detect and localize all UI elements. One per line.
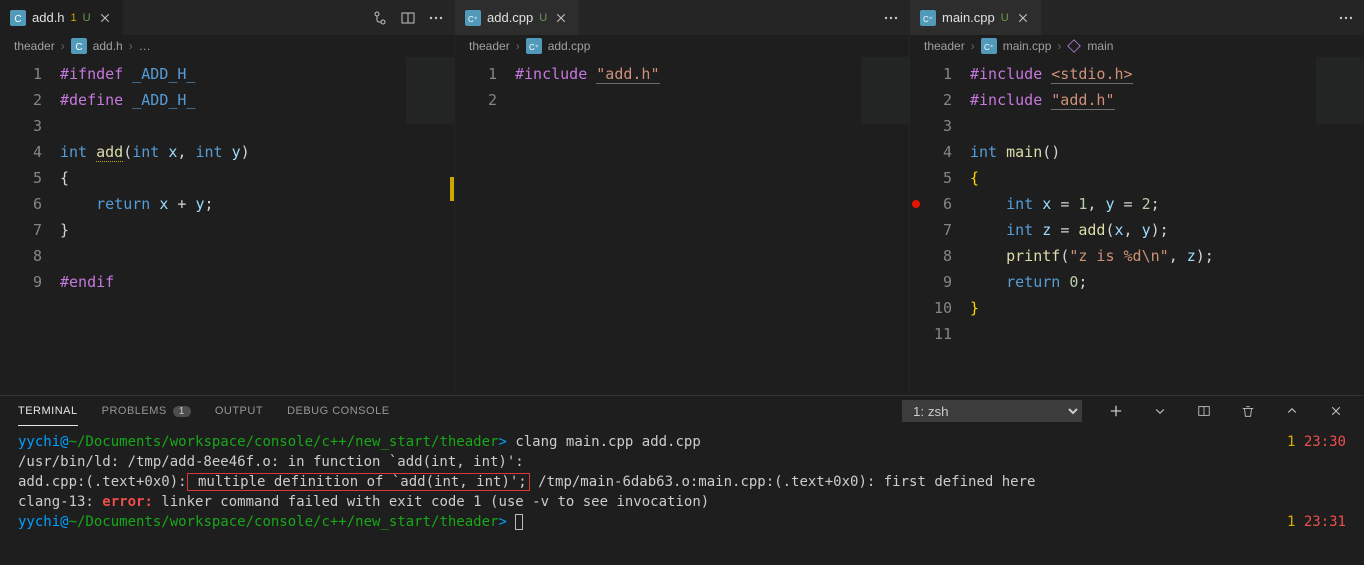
svg-text:C⁺: C⁺ xyxy=(984,43,994,52)
breadcrumb-more: … xyxy=(139,39,151,53)
tab-bar: C⁺ add.cpp U xyxy=(455,0,909,35)
tab-add-cpp[interactable]: C⁺ add.cpp U xyxy=(455,0,580,35)
breadcrumb[interactable]: theader › C add.h › … xyxy=(0,35,454,57)
tab-title: main.cpp xyxy=(942,10,995,25)
terminal-shell-select[interactable]: 1: zsh xyxy=(902,400,1082,422)
more-actions-icon[interactable] xyxy=(1338,10,1354,26)
symbol-icon xyxy=(1067,39,1081,53)
minimap[interactable] xyxy=(406,57,454,395)
line-gutter: 123456789 xyxy=(0,57,60,395)
scm-status: U xyxy=(1001,12,1009,24)
tab-title: add.h xyxy=(32,10,65,25)
terminal-cursor xyxy=(515,514,523,530)
problems-count: 1 xyxy=(173,406,191,417)
cpp-file-icon: C⁺ xyxy=(920,10,936,26)
breadcrumb-file: add.h xyxy=(93,39,123,53)
kill-terminal-icon[interactable] xyxy=(1238,401,1258,421)
tab-debug-console[interactable]: DEBUG CONSOLE xyxy=(287,396,389,426)
tab-bar: C⁺ main.cpp U xyxy=(910,0,1364,35)
svg-text:C⁺: C⁺ xyxy=(923,15,933,24)
chevron-right-icon: › xyxy=(971,39,975,53)
new-terminal-icon[interactable] xyxy=(1106,401,1126,421)
modified-marker xyxy=(450,177,454,201)
c-file-icon: C xyxy=(10,10,26,26)
editor-actions xyxy=(1328,10,1364,26)
close-icon[interactable] xyxy=(1015,10,1031,26)
tab-main-cpp[interactable]: C⁺ main.cpp U xyxy=(910,0,1042,35)
cpp-file-icon: C⁺ xyxy=(526,38,542,54)
close-icon[interactable] xyxy=(553,10,569,26)
code-content[interactable]: #include <stdio.h> #include "add.h" int … xyxy=(970,57,1364,395)
breadcrumb[interactable]: theader › C⁺ add.cpp xyxy=(455,35,909,57)
close-panel-icon[interactable] xyxy=(1326,401,1346,421)
tab-add-h[interactable]: C add.h 1 U xyxy=(0,0,124,35)
scm-status: U xyxy=(539,12,547,24)
editor-pane-2: C⁺ add.cpp U theader › C⁺ add.cpp 12 #in… xyxy=(455,0,910,395)
chevron-right-icon: › xyxy=(61,39,65,53)
svg-text:C⁺: C⁺ xyxy=(468,15,478,24)
maximize-panel-icon[interactable] xyxy=(1282,401,1302,421)
more-actions-icon[interactable] xyxy=(883,10,899,26)
code-editor[interactable]: 1234567891011 #include <stdio.h> #includ… xyxy=(910,57,1364,395)
chevron-right-icon: › xyxy=(1057,39,1061,53)
split-editor-icon[interactable] xyxy=(400,10,416,26)
split-terminal-icon[interactable] xyxy=(1194,401,1214,421)
tab-title: add.cpp xyxy=(487,10,533,25)
code-editor[interactable]: 123456789 #ifndef _ADD_H_ #define _ADD_H… xyxy=(0,57,454,395)
code-content[interactable]: #include "add.h" xyxy=(515,57,909,395)
tab-problems[interactable]: PROBLEMS1 xyxy=(102,396,191,426)
bottom-panel: TERMINAL PROBLEMS1 OUTPUT DEBUG CONSOLE … xyxy=(0,395,1364,565)
terminal-output[interactable]: 1 23:30yychi@~/Documents/workspace/conso… xyxy=(0,426,1364,565)
more-actions-icon[interactable] xyxy=(428,10,444,26)
editor-pane-3: C⁺ main.cpp U theader › C⁺ main.cpp › ma… xyxy=(910,0,1364,395)
svg-text:C: C xyxy=(14,14,21,25)
problems-badge: 1 xyxy=(71,12,77,24)
error-highlight: multiple definition of `add(int, int)'; xyxy=(187,473,530,491)
editor-actions xyxy=(873,10,909,26)
chevron-right-icon: › xyxy=(129,39,133,53)
chevron-down-icon[interactable] xyxy=(1150,401,1170,421)
cpp-file-icon: C⁺ xyxy=(465,10,481,26)
breakpoint-icon: 6 xyxy=(910,191,952,217)
code-content[interactable]: #ifndef _ADD_H_ #define _ADD_H_ int add(… xyxy=(60,57,454,395)
editor-actions xyxy=(362,10,454,26)
breadcrumb-folder: theader xyxy=(14,39,55,53)
tab-output[interactable]: OUTPUT xyxy=(215,396,263,426)
svg-text:C: C xyxy=(75,42,82,53)
code-editor[interactable]: 12 #include "add.h" xyxy=(455,57,909,395)
line-gutter: 12 xyxy=(455,57,515,395)
minimap[interactable] xyxy=(1316,57,1364,395)
cpp-file-icon: C⁺ xyxy=(981,38,997,54)
compare-changes-icon[interactable] xyxy=(372,10,388,26)
c-file-icon: C xyxy=(71,38,87,54)
scm-status: U xyxy=(83,12,91,24)
tab-bar: C add.h 1 U xyxy=(0,0,454,35)
chevron-right-icon: › xyxy=(516,39,520,53)
minimap[interactable] xyxy=(861,57,909,395)
svg-text:C⁺: C⁺ xyxy=(529,43,539,52)
tab-terminal[interactable]: TERMINAL xyxy=(18,396,78,426)
breadcrumb[interactable]: theader › C⁺ main.cpp › main xyxy=(910,35,1364,57)
editor-pane-1: C add.h 1 U theader › C add.h › … xyxy=(0,0,455,395)
close-icon[interactable] xyxy=(97,10,113,26)
panel-tabs: TERMINAL PROBLEMS1 OUTPUT DEBUG CONSOLE … xyxy=(0,396,1364,426)
line-gutter: 1234567891011 xyxy=(910,57,970,395)
